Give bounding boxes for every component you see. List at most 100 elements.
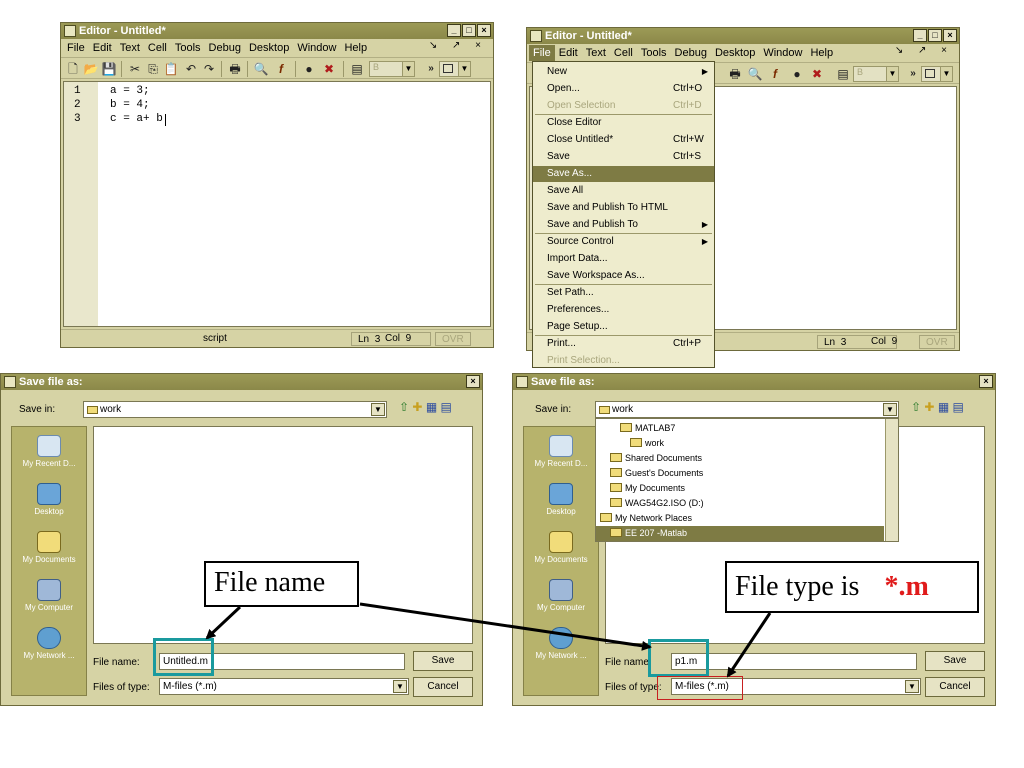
place-recent[interactable]: My Recent D... (12, 435, 86, 468)
menu-cell[interactable]: Cell (610, 45, 637, 61)
layout-combo[interactable]: ▼ (921, 66, 953, 82)
code-line[interactable]: b = 4; (110, 98, 150, 112)
save-in-option[interactable]: work (596, 436, 884, 451)
file-menu-item[interactable]: Open... Ctrl+O (533, 81, 714, 97)
place-my-documents[interactable]: My Documents (524, 531, 598, 564)
file-menu-item[interactable]: Save Workspace As... (533, 268, 714, 284)
save-button[interactable]: Save (413, 651, 473, 671)
file-list[interactable] (93, 426, 473, 644)
code-line[interactable]: c = a+ b (110, 112, 163, 126)
chevron-down-icon[interactable]: ▼ (883, 403, 897, 416)
close-button[interactable]: × (943, 29, 957, 42)
cancel-button[interactable]: Cancel (925, 677, 985, 697)
chevron-down-icon[interactable]: ▼ (886, 67, 898, 81)
details-icon[interactable]: ▤ (441, 400, 452, 414)
menu-help[interactable]: Help (340, 40, 371, 56)
open-folder-icon[interactable]: 📂 (83, 61, 99, 77)
menu-debug[interactable]: Debug (205, 40, 245, 56)
layout-combo[interactable]: ▼ (439, 61, 471, 77)
function-icon[interactable]: f (767, 66, 783, 82)
save-in-option[interactable]: MATLAB7 (596, 421, 884, 436)
stack-combo[interactable]: B ▼ (369, 61, 415, 77)
redo-icon[interactable]: ↷ (201, 61, 217, 77)
file-menu-item[interactable]: Preferences... (533, 302, 714, 318)
stack-icon[interactable]: ▤ (835, 66, 851, 82)
menu-help[interactable]: Help (806, 45, 837, 61)
save-in-option[interactable]: My Network Places (596, 511, 884, 526)
save-in-select[interactable]: work ▼ (595, 401, 899, 418)
chevron-down-icon[interactable]: ▼ (940, 67, 952, 81)
place-my-computer[interactable]: My Computer (12, 579, 86, 612)
chevron-down-icon[interactable]: ▼ (458, 62, 470, 76)
place-my-documents[interactable]: My Documents (12, 531, 86, 564)
breakpoint-icon[interactable]: ● (301, 61, 317, 77)
save-in-option[interactable]: Shared Documents (596, 451, 884, 466)
save-in-option[interactable]: WAG54G2.ISO (D:) (596, 496, 884, 511)
save-in-option[interactable]: Guest's Documents (596, 466, 884, 481)
place-desktop[interactable]: Desktop (12, 483, 86, 516)
print-icon[interactable]: 🖶 (727, 66, 743, 82)
file-menu-item[interactable]: Print... Ctrl+P (533, 336, 714, 352)
file-menu-item[interactable]: Set Path... (533, 285, 714, 301)
maximize-button[interactable]: □ (928, 29, 942, 42)
file-menu-item[interactable]: Save and Publish To ▶ (533, 217, 714, 233)
menu-tools[interactable]: Tools (171, 40, 205, 56)
menu-text[interactable]: Text (116, 40, 144, 56)
view-menu-icon[interactable]: ▦ (426, 400, 437, 414)
stack-combo[interactable]: B ▼ (853, 66, 899, 82)
cut-icon[interactable]: ✂ (127, 61, 143, 77)
paste-icon[interactable]: 📋 (163, 61, 179, 77)
save-in-option[interactable]: EE 207 -Matlab (596, 526, 884, 541)
menu-desktop[interactable]: Desktop (711, 45, 759, 61)
minimize-button[interactable]: _ (447, 24, 461, 37)
clear-breakpoints-icon[interactable]: ✖ (321, 61, 337, 77)
menubar-dock-controls[interactable]: ↘ ↗ × (895, 45, 953, 56)
file-menu-item[interactable]: Page Setup... (533, 319, 714, 335)
scrollbar[interactable] (885, 419, 898, 541)
minimize-button[interactable]: _ (913, 29, 927, 42)
menu-file[interactable]: File (529, 45, 555, 61)
menu-tools[interactable]: Tools (637, 45, 671, 61)
place-desktop[interactable]: Desktop (524, 483, 598, 516)
place-my-network[interactable]: My Network ... (12, 627, 86, 660)
close-button[interactable]: × (466, 375, 480, 388)
menu-text[interactable]: Text (582, 45, 610, 61)
clear-breakpoints-icon[interactable]: ✖ (809, 66, 825, 82)
close-button[interactable]: × (979, 375, 993, 388)
toolbar-overflow-icon[interactable]: » (423, 61, 439, 77)
stack-icon[interactable]: ▤ (349, 61, 365, 77)
save-icon[interactable]: 💾 (101, 61, 117, 77)
maximize-button[interactable]: □ (462, 24, 476, 37)
find-icon[interactable]: 🔍 (253, 61, 269, 77)
function-icon[interactable]: f (273, 61, 289, 77)
file-menu-item[interactable]: Save Ctrl+S (533, 149, 714, 165)
save-in-select[interactable]: work ▼ (83, 401, 387, 418)
save-in-option[interactable]: My Documents (596, 481, 884, 496)
menu-edit[interactable]: Edit (555, 45, 582, 61)
file-menu-item[interactable]: Save As... (533, 166, 714, 182)
breakpoint-icon[interactable]: ● (789, 66, 805, 82)
code-editor[interactable]: 1 2 3 a = 3; b = 4; c = a+ b (63, 81, 491, 327)
file-menu-item[interactable]: Import Data... (533, 251, 714, 267)
place-recent[interactable]: My Recent D... (524, 435, 598, 468)
file-menu-item[interactable]: Close Editor (533, 115, 714, 131)
menu-desktop[interactable]: Desktop (245, 40, 293, 56)
file-menu-item[interactable]: Save and Publish To HTML (533, 200, 714, 216)
toolbar-overflow-icon[interactable]: » (905, 66, 921, 82)
file-menu-item[interactable]: New ▶ (533, 64, 714, 80)
cancel-button[interactable]: Cancel (413, 677, 473, 697)
view-menu-icon[interactable]: ▦ (938, 400, 949, 414)
print-icon[interactable]: 🖶 (227, 61, 243, 77)
file-menu-item[interactable]: Save All (533, 183, 714, 199)
up-folder-icon[interactable]: ⇧ (399, 400, 409, 414)
undo-icon[interactable]: ↶ (183, 61, 199, 77)
menubar-dock-controls[interactable]: ↘ ↗ × (429, 40, 487, 51)
code-line[interactable]: a = 3; (110, 84, 150, 98)
chevron-down-icon[interactable]: ▼ (402, 62, 414, 76)
new-folder-icon[interactable]: ✚ (924, 400, 934, 414)
file-menu-item[interactable]: Source Control ▶ (533, 234, 714, 250)
new-folder-icon[interactable]: ✚ (412, 400, 422, 414)
details-icon[interactable]: ▤ (953, 400, 964, 414)
save-button[interactable]: Save (925, 651, 985, 671)
file-menu-item[interactable]: Close Untitled* Ctrl+W (533, 132, 714, 148)
